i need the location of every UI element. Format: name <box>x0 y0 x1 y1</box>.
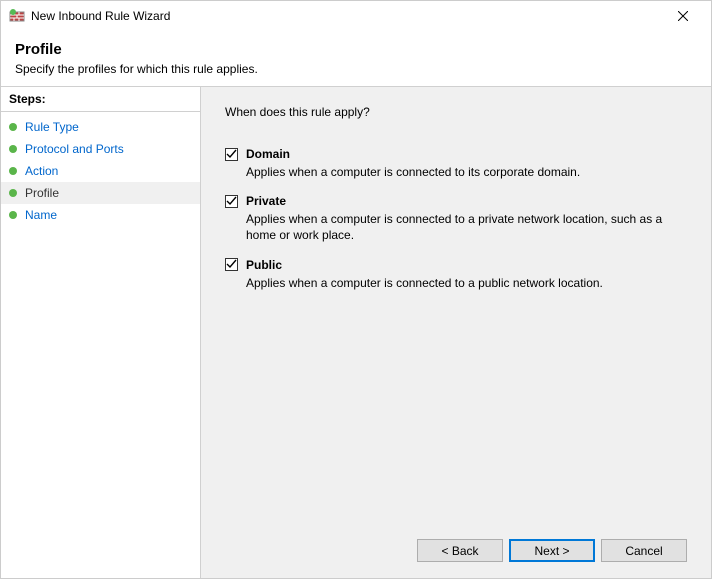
page-title: Profile <box>15 41 697 58</box>
profile-label: Public <box>246 258 282 272</box>
bullet-icon <box>9 145 17 153</box>
close-button[interactable] <box>663 2 703 30</box>
step-label: Profile <box>25 186 59 200</box>
step-label: Rule Type <box>25 120 79 134</box>
bullet-icon <box>9 211 17 219</box>
body: Steps: Rule Type Protocol and Ports Acti… <box>1 86 711 578</box>
step-label: Action <box>25 164 58 178</box>
checkmark-icon <box>226 196 237 207</box>
window-title: New Inbound Rule Wizard <box>31 9 663 23</box>
profile-label: Private <box>246 194 286 208</box>
footer-buttons: < Back Next > Cancel <box>225 529 687 568</box>
profile-private: Private Applies when a computer is conne… <box>225 194 687 243</box>
profile-description: Applies when a computer is connected to … <box>246 164 666 180</box>
checkbox-public[interactable] <box>225 258 238 271</box>
step-action[interactable]: Action <box>1 160 200 182</box>
step-label: Protocol and Ports <box>25 142 124 156</box>
step-name[interactable]: Name <box>1 204 200 226</box>
titlebar: New Inbound Rule Wizard <box>1 1 711 31</box>
bullet-icon <box>9 167 17 175</box>
checkmark-icon <box>226 259 237 270</box>
bullet-icon <box>9 189 17 197</box>
profile-description: Applies when a computer is connected to … <box>246 211 666 243</box>
steps-title: Steps: <box>1 87 200 112</box>
header-area: Profile Specify the profiles for which t… <box>1 31 711 86</box>
close-icon <box>678 11 688 21</box>
step-protocol-and-ports[interactable]: Protocol and Ports <box>1 138 200 160</box>
profile-domain: Domain Applies when a computer is connec… <box>225 147 687 180</box>
profile-public: Public Applies when a computer is connec… <box>225 258 687 291</box>
step-label: Name <box>25 208 57 222</box>
content-pane: When does this rule apply? Domain Applie… <box>201 87 711 578</box>
firewall-icon <box>9 8 25 24</box>
checkmark-icon <box>226 149 237 160</box>
steps-list: Rule Type Protocol and Ports Action Prof… <box>1 112 200 230</box>
steps-pane: Steps: Rule Type Protocol and Ports Acti… <box>1 87 201 578</box>
profile-label: Domain <box>246 147 290 161</box>
bullet-icon <box>9 123 17 131</box>
checkbox-domain[interactable] <box>225 148 238 161</box>
step-rule-type[interactable]: Rule Type <box>1 116 200 138</box>
wizard-window: New Inbound Rule Wizard Profile Specify … <box>0 0 712 579</box>
back-button[interactable]: < Back <box>417 539 503 562</box>
profile-description: Applies when a computer is connected to … <box>246 275 666 291</box>
step-profile[interactable]: Profile <box>1 182 200 204</box>
checkbox-private[interactable] <box>225 195 238 208</box>
question-text: When does this rule apply? <box>225 105 687 119</box>
cancel-button[interactable]: Cancel <box>601 539 687 562</box>
next-button[interactable]: Next > <box>509 539 595 562</box>
page-subtitle: Specify the profiles for which this rule… <box>15 62 697 76</box>
